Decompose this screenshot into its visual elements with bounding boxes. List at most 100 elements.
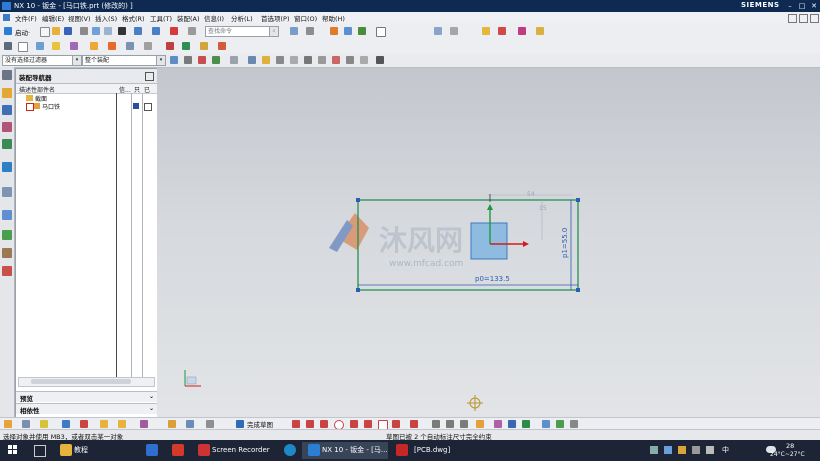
edge-browser-icon[interactable] xyxy=(284,444,296,456)
feature-icon[interactable] xyxy=(108,42,116,50)
ribbon-minimize-icon[interactable] xyxy=(788,14,797,23)
bend-icon[interactable] xyxy=(168,420,176,428)
snap-mid-icon[interactable] xyxy=(198,56,206,64)
windows-start-icon[interactable] xyxy=(8,445,18,455)
flange-icon[interactable] xyxy=(118,420,126,428)
tray-icon[interactable] xyxy=(650,446,658,454)
nx-icon[interactable] xyxy=(308,444,320,456)
snap-end-icon[interactable] xyxy=(184,56,192,64)
copy-icon[interactable] xyxy=(92,27,100,35)
profile-icon[interactable] xyxy=(292,420,300,428)
polygon-icon[interactable] xyxy=(410,420,418,428)
tab-icon[interactable] xyxy=(100,420,108,428)
view-orient-icon[interactable] xyxy=(290,27,298,35)
extend-icon[interactable] xyxy=(446,420,454,428)
measure-icon[interactable] xyxy=(450,27,458,35)
menu-insert[interactable]: 插入(S) xyxy=(95,13,117,23)
finish-sketch-icon[interactable] xyxy=(236,420,244,428)
screen-recorder-icon[interactable] xyxy=(198,444,210,456)
taskbar-item-tutorial[interactable]: 教程 xyxy=(74,442,88,459)
menu-preferences[interactable]: 首选项(P) xyxy=(261,13,290,23)
select-icon[interactable] xyxy=(36,42,44,50)
auto-constraint-icon[interactable] xyxy=(542,420,550,428)
sketch-icon[interactable] xyxy=(40,420,48,428)
bend-icon[interactable] xyxy=(200,42,208,50)
horizontal-scrollbar[interactable] xyxy=(18,377,155,387)
menu-tools[interactable]: 工具(T) xyxy=(150,13,172,23)
clock[interactable]: 28 xyxy=(786,442,794,450)
dimension-icon[interactable] xyxy=(508,420,516,428)
resource-settings-icon[interactable] xyxy=(2,70,12,80)
taskbar-item-screen-recorder[interactable]: Screen Recorder xyxy=(212,442,270,459)
ime-indicator[interactable]: 中 xyxy=(722,445,729,455)
folder-icon[interactable] xyxy=(60,444,72,456)
snap-pole-icon[interactable] xyxy=(346,56,354,64)
line-icon[interactable] xyxy=(306,420,314,428)
more-icon[interactable] xyxy=(570,420,578,428)
constraint-icon[interactable] xyxy=(522,420,530,428)
assembly-scope-dropdown[interactable]: 整个装配 ▾ xyxy=(82,55,166,66)
taskbar-item-dwg[interactable]: [PCB.dwg] xyxy=(414,442,450,459)
autocad-icon[interactable] xyxy=(396,444,408,456)
undo-icon[interactable] xyxy=(134,27,142,35)
info-icon[interactable] xyxy=(482,27,490,35)
delete-icon[interactable] xyxy=(118,27,126,35)
highlight-icon[interactable] xyxy=(52,42,60,50)
tray-icon[interactable] xyxy=(678,446,686,454)
arc-icon[interactable] xyxy=(320,420,328,428)
hole-icon[interactable] xyxy=(80,420,88,428)
app-icon[interactable] xyxy=(172,444,184,456)
ribbon-close-icon[interactable] xyxy=(810,14,819,23)
app-menu-icon[interactable] xyxy=(3,14,10,21)
show-constraints-icon[interactable] xyxy=(556,420,564,428)
menu-file[interactable]: 文件(F) xyxy=(15,13,37,23)
snap-quadrant-icon[interactable] xyxy=(262,56,270,64)
menu-assembly[interactable]: 装配(A) xyxy=(177,13,200,23)
reuse-library-icon[interactable] xyxy=(2,139,12,149)
system-scene-icon[interactable] xyxy=(2,266,12,276)
color-icon[interactable] xyxy=(70,42,78,50)
panel-maximize-icon[interactable] xyxy=(145,72,154,81)
graphics-window[interactable]: 沐风网 www.mfcad.com p0=133.5 p1=55.0 54 15 xyxy=(157,68,820,417)
taskbar-item-nx[interactable]: NX 10 - 钣金 - [马... xyxy=(322,442,388,459)
line-style-icon[interactable] xyxy=(536,27,544,35)
dependency-section[interactable]: 相依性 ⌄ xyxy=(16,403,157,415)
part-navigator-icon[interactable] xyxy=(2,122,12,132)
start-button[interactable]: 启动· xyxy=(15,27,30,37)
unbend-icon[interactable] xyxy=(186,420,194,428)
menu-edit[interactable]: 编辑(E) xyxy=(42,13,64,23)
offset-icon[interactable] xyxy=(476,420,484,428)
column-modified[interactable]: 已 xyxy=(144,85,150,94)
constraint-navigator-icon[interactable] xyxy=(2,105,12,115)
menu-view[interactable]: 视图(V) xyxy=(68,13,91,23)
network-icon[interactable] xyxy=(692,446,700,454)
layer-icon[interactable] xyxy=(376,27,386,37)
sheet-metal-icon[interactable] xyxy=(182,42,190,50)
corner-icon[interactable] xyxy=(140,420,148,428)
finish-sketch-button[interactable]: 完成草图 xyxy=(247,419,273,429)
tree-row-part[interactable]: 马口铁 xyxy=(16,102,157,111)
orient-icon[interactable] xyxy=(144,42,152,50)
column-info[interactable]: 信... xyxy=(119,85,131,94)
chevron-down-icon[interactable]: ⌄ xyxy=(149,393,154,400)
checkbox-icon[interactable] xyxy=(26,103,34,111)
tray-icon[interactable] xyxy=(664,446,672,454)
role-icon[interactable] xyxy=(2,248,12,258)
chamfer-icon[interactable] xyxy=(364,420,372,428)
snap-control-icon[interactable] xyxy=(212,56,220,64)
trim-icon[interactable] xyxy=(432,420,440,428)
menu-window[interactable]: 窗口(O) xyxy=(294,13,317,23)
open-folder-icon[interactable] xyxy=(52,27,60,35)
selection-filter-dropdown[interactable]: 没有选择过滤器 ▾ xyxy=(2,55,82,66)
grid-icon[interactable] xyxy=(4,42,12,50)
fillet-icon[interactable] xyxy=(350,420,358,428)
process-studio-icon[interactable] xyxy=(2,210,12,220)
render-style-icon[interactable] xyxy=(306,27,314,35)
material-icon[interactable] xyxy=(90,42,98,50)
snap-bounded-icon[interactable] xyxy=(318,56,326,64)
analysis-icon[interactable] xyxy=(498,27,506,35)
snap-intersect-icon[interactable] xyxy=(230,56,238,64)
fit-icon[interactable] xyxy=(358,27,366,35)
task-view-icon[interactable] xyxy=(34,445,46,457)
snap-existing-icon[interactable] xyxy=(276,56,284,64)
